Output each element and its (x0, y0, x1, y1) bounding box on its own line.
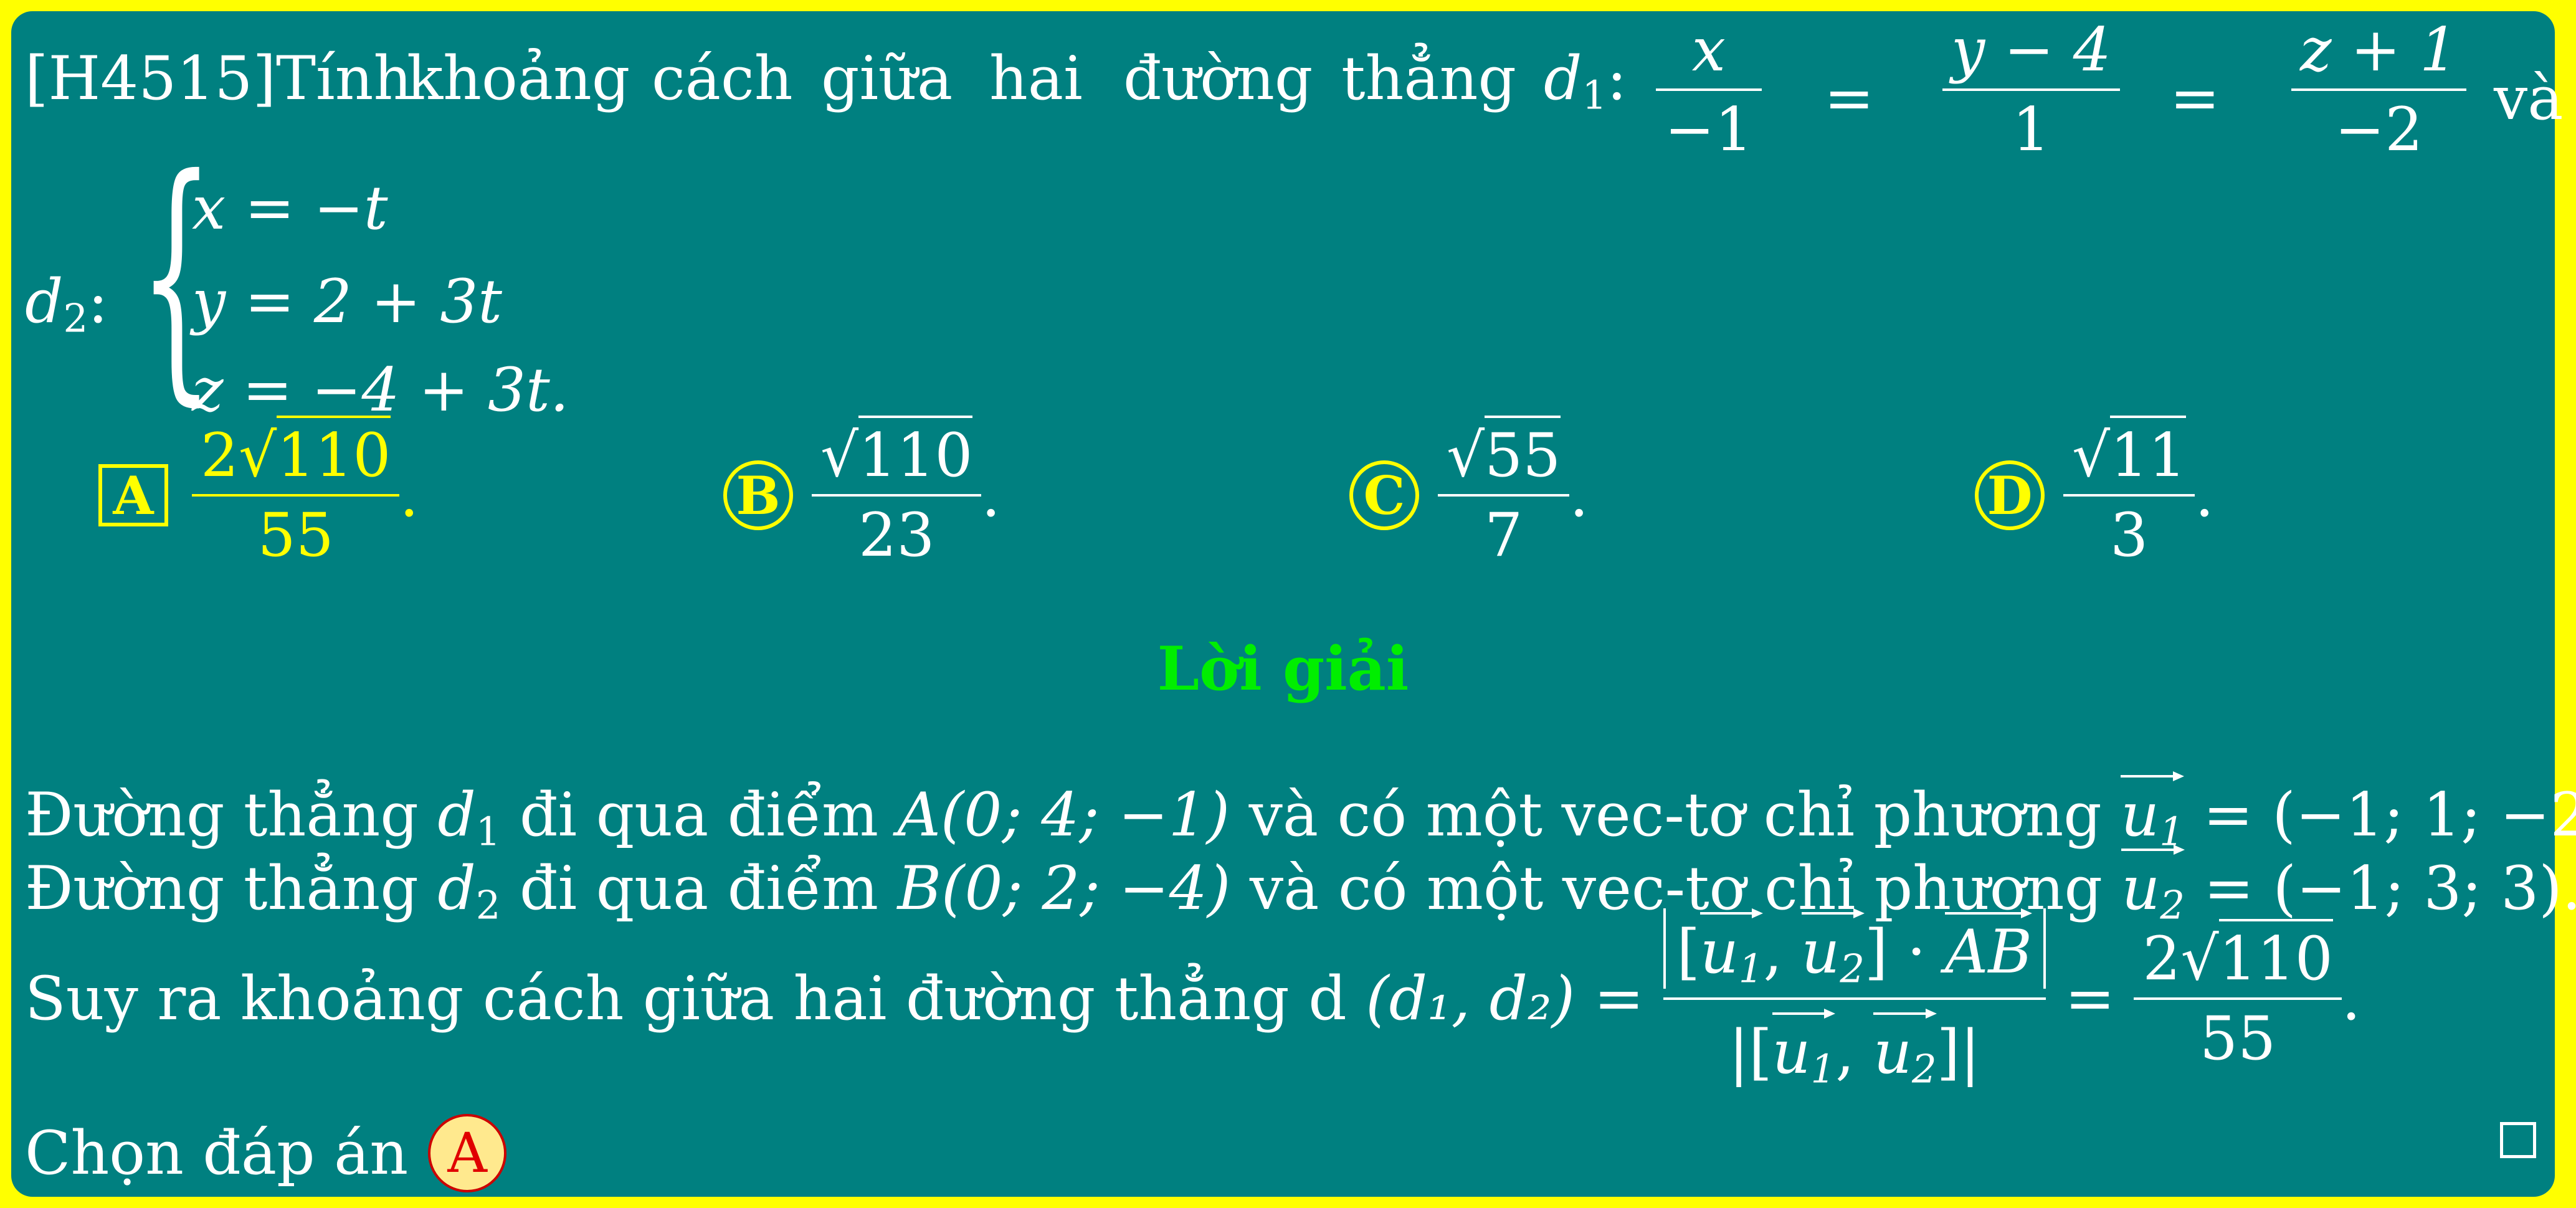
choose-answer-line: Chọn đáp án A (25, 1114, 507, 1192)
system-eq-x: x = −t (192, 173, 388, 243)
qed-box-icon (2500, 1122, 2536, 1158)
solution-line-1: Đường thẳng d1 đi qua điểm A(0; 4; −1) v… (25, 771, 2576, 852)
question-word: cách (652, 44, 793, 113)
distance-formula: [u1, u2] · AB |[u1, u2]| (1663, 908, 2046, 1089)
conjunction-and: và (2494, 64, 2564, 133)
option-a[interactable]: A 2√110 55 . (98, 416, 419, 565)
option-c[interactable]: C √55 7 . (1349, 416, 1589, 565)
question-line-1: [H4515]Tính (25, 49, 412, 108)
option-d-marker: D (1975, 460, 2045, 530)
chosen-answer-badge: A (428, 1114, 507, 1192)
question-word: thẳng (1341, 44, 1516, 113)
option-b[interactable]: B √110 23 . (723, 416, 1000, 565)
option-a-marker: A (98, 464, 168, 526)
distance-result: 2√110 55 (2134, 919, 2342, 1068)
fraction-y: y − 41 (1942, 20, 2120, 159)
question-word: đường (1123, 44, 1313, 113)
system-eq-y: y = 2 + 3t (192, 267, 502, 336)
equals-sign: = (1824, 64, 1875, 133)
question-word: giữa (821, 44, 953, 113)
question-word: hai (989, 44, 1083, 113)
solution-line-3: Suy ra khoảng cách giữa hai đường thẳng … (25, 908, 2360, 1089)
solution-title: Lời giải (1157, 634, 1409, 704)
problem-card: [H4515]Tính khoảng cách giữa hai đường t… (11, 11, 2576, 1197)
fraction-z: z + 1 −2 (2291, 20, 2467, 159)
line-d1-label: d1: (1544, 44, 1627, 118)
choose-answer-text: Chọn đáp án (25, 1118, 409, 1188)
option-d-value: √11 3 (2063, 416, 2195, 565)
system-eq-z: z = −4 + 3t. (192, 355, 569, 425)
option-d[interactable]: D √11 3 . (1975, 416, 2214, 565)
option-c-value: √55 7 (1438, 416, 1570, 565)
question-word: Tính (275, 44, 412, 113)
line-d2-label: d2: (25, 267, 108, 341)
equals-sign: = (2170, 64, 2220, 133)
question-word: khoảng (407, 44, 630, 113)
question-id: [H4515] (25, 44, 276, 113)
option-b-value: √110 23 (812, 416, 982, 565)
fraction-x: x −1 (1656, 20, 1762, 159)
option-b-marker: B (723, 460, 793, 530)
option-a-value: 2√110 55 (192, 416, 400, 565)
option-c-marker: C (1349, 460, 1419, 530)
